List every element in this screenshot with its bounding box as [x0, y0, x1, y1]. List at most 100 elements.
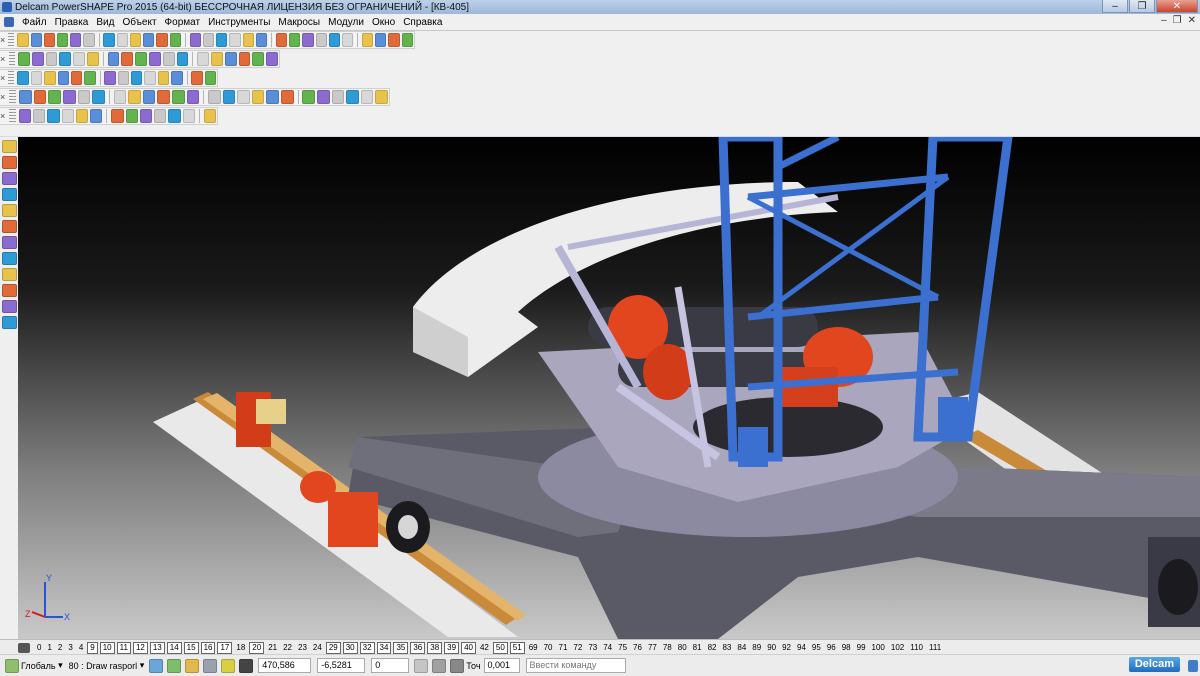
toolbar-button[interactable] — [61, 109, 74, 123]
toolbar-button[interactable] — [144, 71, 156, 85]
level-button[interactable]: 50 — [492, 641, 508, 654]
toolbar-button[interactable] — [19, 90, 32, 104]
toolbar-button[interactable] — [360, 90, 374, 104]
level-button[interactable]: 100 — [870, 643, 887, 653]
menu-view[interactable]: Вид — [92, 17, 118, 28]
toolbar-button[interactable] — [107, 52, 120, 66]
toolbar-button[interactable] — [224, 52, 237, 66]
level-select[interactable]: 80 : Draw rasporl ▾ — [69, 660, 145, 671]
toolbar-button[interactable] — [18, 52, 30, 66]
level-button[interactable]: 96 — [825, 643, 838, 653]
maximize-button[interactable]: ❐ — [1129, 0, 1155, 13]
level-button[interactable]: 36 — [410, 641, 426, 654]
toolbar-button[interactable] — [44, 71, 56, 85]
toolbar-button[interactable] — [113, 90, 127, 104]
document-icon[interactable] — [4, 17, 14, 27]
level-button[interactable]: 110 — [908, 643, 925, 653]
toolbar-button[interactable] — [375, 33, 387, 47]
toolbar-close-icon[interactable]: × — [0, 111, 7, 121]
level-button[interactable]: 51 — [509, 641, 525, 654]
level-button[interactable]: 75 — [616, 643, 629, 653]
smart-cursor-icon[interactable] — [185, 658, 200, 673]
doc-minimize-button[interactable]: – — [1161, 15, 1167, 26]
toolbar-button[interactable] — [70, 33, 82, 47]
toolbar-button[interactable] — [362, 33, 374, 47]
toolbar-button[interactable] — [142, 90, 156, 104]
workplane-select[interactable]: Глобаль ▾ — [3, 658, 63, 673]
toolbar-button[interactable] — [30, 33, 42, 47]
toolbar-button[interactable] — [83, 33, 95, 47]
toolbar-button[interactable] — [135, 52, 148, 66]
toolbar-button[interactable] — [17, 71, 29, 85]
level-button[interactable]: 78 — [661, 643, 674, 653]
level-button[interactable]: 98 — [840, 643, 853, 653]
creation-tool-button[interactable] — [1, 156, 17, 169]
level-button[interactable]: 76 — [631, 643, 644, 653]
toolbar-button[interactable] — [139, 109, 153, 123]
toolbar-button[interactable] — [30, 71, 43, 85]
toolbar-button[interactable] — [154, 109, 167, 123]
toolbar-button[interactable] — [242, 33, 254, 47]
toolbar-button[interactable] — [75, 109, 89, 123]
grid-snap-icon[interactable] — [167, 658, 182, 673]
level-button[interactable]: 102 — [889, 643, 906, 653]
toolbar-button[interactable] — [129, 33, 142, 47]
toolbar-button[interactable] — [202, 33, 215, 47]
level-button[interactable]: 94 — [795, 643, 808, 653]
menu-help[interactable]: Справка — [399, 17, 446, 28]
toolbar-grip[interactable] — [8, 33, 15, 47]
toolbar-button[interactable] — [317, 90, 330, 104]
toolbar-grip[interactable] — [8, 71, 15, 85]
snap-icon[interactable] — [149, 658, 164, 673]
menu-format[interactable]: Формат — [161, 17, 205, 28]
level-button[interactable]: 17 — [217, 641, 233, 654]
toolbar-button[interactable] — [48, 90, 61, 104]
toolbar-button[interactable] — [43, 33, 56, 47]
toolbar-button[interactable] — [171, 71, 183, 85]
toolbar-close-icon[interactable]: × — [0, 54, 7, 64]
toolbar-button[interactable] — [191, 71, 203, 85]
level-button[interactable]: 84 — [735, 643, 748, 653]
level-button[interactable]: 81 — [691, 643, 704, 653]
toolbar-grip[interactable] — [8, 52, 16, 66]
toolbar-button[interactable] — [131, 71, 143, 85]
creation-tool-button[interactable] — [1, 300, 17, 313]
level-button[interactable]: 34 — [376, 641, 392, 654]
toolbar-button[interactable] — [182, 109, 195, 123]
level-button[interactable]: 24 — [311, 643, 324, 653]
level-button[interactable]: 11 — [116, 641, 131, 654]
toolbar-button[interactable] — [388, 33, 400, 47]
toolbar-button[interactable] — [157, 71, 170, 85]
toolbar-button[interactable] — [103, 33, 115, 47]
level-button[interactable]: 21 — [266, 643, 279, 653]
toolbar-button[interactable] — [92, 90, 105, 104]
toolbar-close-icon[interactable]: × — [0, 73, 6, 83]
toolbar-button[interactable] — [111, 109, 124, 123]
toolbar-button[interactable] — [204, 71, 217, 85]
level-button[interactable]: 95 — [810, 643, 823, 653]
toolbar-button[interactable] — [17, 33, 29, 47]
toolbar-button[interactable] — [121, 52, 134, 66]
lighting-icon[interactable] — [221, 658, 236, 673]
app-icon[interactable] — [2, 2, 12, 12]
creation-tool-button[interactable] — [1, 236, 17, 249]
level-button[interactable]: 15 — [183, 641, 199, 654]
workplane-dropdown-icon[interactable]: ▾ — [56, 660, 63, 671]
close-button[interactable]: ✕ — [1156, 0, 1198, 13]
toolbar-button[interactable] — [189, 33, 201, 47]
creation-tool-button[interactable] — [1, 284, 17, 297]
level-button[interactable]: 39 — [444, 641, 460, 654]
menu-object[interactable]: Объект — [118, 17, 160, 28]
level-button[interactable]: 12 — [132, 641, 148, 654]
level-button[interactable]: 69 — [527, 643, 540, 653]
creation-tool-button[interactable] — [1, 316, 17, 329]
level-button[interactable]: 16 — [200, 641, 216, 654]
tolerance-icon[interactable] — [450, 658, 465, 673]
level-button[interactable]: 18 — [234, 643, 247, 653]
toolbar-button[interactable] — [156, 33, 168, 47]
level-button[interactable]: 38 — [427, 641, 443, 654]
toolbar-button[interactable] — [90, 109, 103, 123]
level-button[interactable]: 42 — [478, 643, 491, 653]
toolbar-button[interactable] — [238, 52, 251, 66]
toolbar-button[interactable] — [302, 33, 314, 47]
